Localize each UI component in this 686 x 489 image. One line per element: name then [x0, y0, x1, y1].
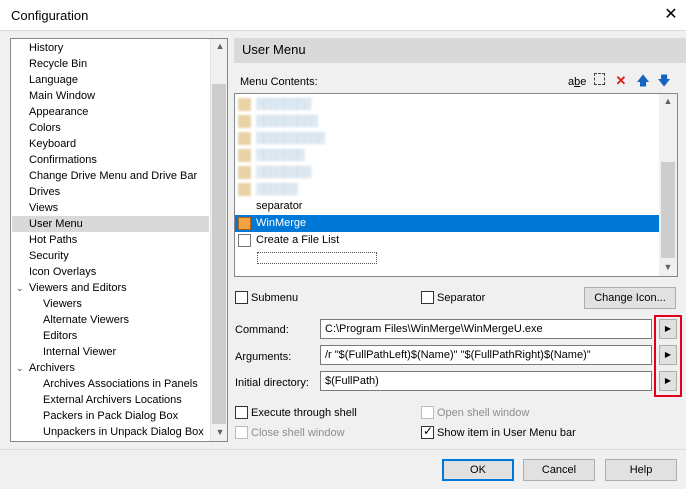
app-icon — [238, 132, 251, 145]
arguments-field[interactable]: /r "$(FullPathLeft)$(Name)" "$(FullPathR… — [320, 345, 652, 365]
command-field[interactable]: C:\Program Files\WinMerge\WinMergeU.exe — [320, 319, 652, 339]
list-item-label: ▒▒▒▒▒▒▒▒▒ — [256, 115, 318, 127]
list-item[interactable]: Create a File List — [235, 232, 339, 249]
tree-item[interactable]: Main Window — [29, 88, 95, 104]
list-item-label: ▒▒▒▒▒▒▒ — [256, 149, 305, 161]
arguments-label: Arguments: — [235, 351, 292, 363]
move-up-icon[interactable]: 🡅 — [634, 72, 652, 90]
execute-through-shell-label: Execute through shell — [251, 407, 357, 419]
tree-item[interactable]: Keyboard — [29, 136, 76, 152]
list-item[interactable]: ▒▒▒▒▒▒▒▒ — [235, 96, 311, 113]
tree-item[interactable]: Archives Associations in Panels — [43, 376, 198, 392]
list-item-label: ▒▒▒▒▒▒▒▒ — [256, 98, 311, 110]
tree-item[interactable]: Viewers and Editors — [29, 280, 127, 296]
execute-through-shell-checkbox[interactable] — [235, 406, 248, 419]
list-item-label: WinMerge — [256, 217, 307, 229]
list-item[interactable]: WinMerge — [235, 215, 659, 232]
tree-item[interactable]: User Menu — [12, 216, 209, 232]
tree-item[interactable]: Views — [29, 200, 58, 216]
separator-label: Separator — [437, 292, 486, 304]
tree-item[interactable]: Appearance — [29, 104, 88, 120]
list-item[interactable]: ▒▒▒▒▒▒ — [235, 181, 298, 198]
app-icon — [238, 115, 251, 128]
tree-item[interactable]: External Archivers Locations — [43, 392, 182, 408]
list-item[interactable]: separator — [235, 198, 302, 215]
new-item-icon[interactable] — [590, 72, 608, 90]
expander-icon[interactable]: ⌄ — [16, 280, 24, 296]
change-icon-button[interactable]: Change Icon... — [584, 287, 676, 309]
separator-checkbox[interactable] — [421, 291, 434, 304]
close-icon[interactable]: ✕ — [660, 4, 682, 26]
list-item-label: Create a File List — [256, 234, 340, 246]
help-button[interactable]: Help — [605, 459, 677, 481]
command-label: Command: — [235, 324, 289, 336]
ok-button[interactable]: OK — [442, 459, 514, 481]
app-icon — [238, 149, 251, 162]
close-shell-window-checkbox — [235, 426, 248, 439]
settings-tree[interactable]: History Recycle Bin Language Main Window App… — [10, 38, 228, 442]
annotation-highlight-frame — [654, 315, 682, 397]
scroll-up-icon[interactable]: ▲ — [211, 41, 227, 51]
tree-item[interactable]: Editors — [43, 328, 77, 344]
tree-scroll-thumb[interactable] — [212, 84, 226, 424]
close-shell-window-label: Close shell window — [251, 427, 345, 439]
list-item-label: ▒▒▒▒▒▒ — [256, 183, 298, 195]
list-item-label: separator — [256, 200, 303, 212]
tree-item[interactable]: Icon Overlays — [29, 264, 96, 280]
list-scroll-thumb[interactable] — [661, 162, 675, 258]
list-item[interactable]: ▒▒▒▒▒▒▒ — [235, 147, 305, 164]
app-icon — [238, 183, 251, 196]
tree-item[interactable]: Security — [29, 248, 69, 264]
show-in-user-menu-bar-label: Show item in User Menu bar — [437, 427, 576, 439]
page-title: User Menu — [242, 42, 306, 57]
list-item-label: ▒▒▒▒▒▒▒▒▒▒ — [256, 132, 325, 144]
tree-item[interactable]: Archivers — [29, 360, 75, 376]
initial-directory-label: Initial directory: — [235, 377, 309, 389]
submenu-label: Submenu — [251, 292, 299, 304]
show-in-user-menu-bar-checkbox[interactable] — [421, 424, 434, 439]
scroll-down-icon[interactable]: ▼ — [659, 262, 677, 272]
rename-icon[interactable]: abe — [568, 72, 586, 90]
separator-icon — [238, 200, 251, 213]
submenu-checkbox[interactable] — [235, 291, 248, 304]
tree-item[interactable]: Language — [29, 72, 78, 88]
list-item[interactable]: ▒▒▒▒▒▒▒▒▒▒ — [235, 130, 325, 147]
tree-item[interactable]: Recycle Bin — [29, 56, 87, 72]
tree-item[interactable]: Hot Paths — [29, 232, 77, 248]
tree-item[interactable]: Unpackers in Unpack Dialog Box — [43, 424, 204, 440]
window-title: Configuration — [11, 8, 89, 23]
document-icon — [238, 234, 251, 247]
insert-placeholder — [257, 252, 377, 264]
tree-item[interactable]: Change Drive Menu and Drive Bar — [29, 168, 197, 184]
initial-directory-field[interactable]: $(FullPath) — [320, 371, 652, 391]
tree-item[interactable]: Packers in Pack Dialog Box — [43, 408, 178, 424]
tree-item[interactable]: Internal Viewer — [43, 344, 116, 360]
cancel-button[interactable]: Cancel — [523, 459, 595, 481]
menu-contents-label: Menu Contents: — [240, 76, 318, 88]
scroll-up-icon[interactable]: ▲ — [659, 96, 677, 106]
tree-item[interactable]: Colors — [29, 120, 61, 136]
tree-item[interactable]: Confirmations — [29, 152, 97, 168]
expander-icon[interactable]: ⌄ — [16, 360, 24, 376]
scroll-down-icon[interactable]: ▼ — [211, 427, 227, 437]
tree-item[interactable]: Alternate Viewers — [43, 312, 129, 328]
title-bar — [0, 0, 686, 30]
list-item[interactable]: ▒▒▒▒▒▒▒▒ — [235, 164, 311, 181]
app-icon — [238, 166, 251, 179]
menu-contents-list[interactable]: ▒▒▒▒▒▒▒▒ ▒▒▒▒▒▒▒▒▒ ▒▒▒▒▒▒▒▒▒▒ ▒▒▒▒▒▒▒ ▒▒▒▒▒▒… — [234, 93, 678, 277]
list-item[interactable]: ▒▒▒▒▒▒▒▒▒ — [235, 113, 318, 130]
winmerge-icon — [238, 217, 251, 230]
open-shell-window-checkbox — [421, 406, 434, 419]
list-item-label: ▒▒▒▒▒▒▒▒ — [256, 166, 311, 178]
tree-item[interactable]: Drives — [29, 184, 60, 200]
tree-item[interactable]: History — [29, 40, 63, 56]
move-down-icon[interactable]: 🡇 — [655, 72, 673, 90]
divider — [0, 449, 686, 450]
open-shell-window-label: Open shell window — [437, 407, 530, 419]
delete-icon[interactable]: ✕ — [612, 72, 630, 90]
tree-item[interactable]: Viewers — [43, 296, 82, 312]
app-icon — [238, 98, 251, 111]
